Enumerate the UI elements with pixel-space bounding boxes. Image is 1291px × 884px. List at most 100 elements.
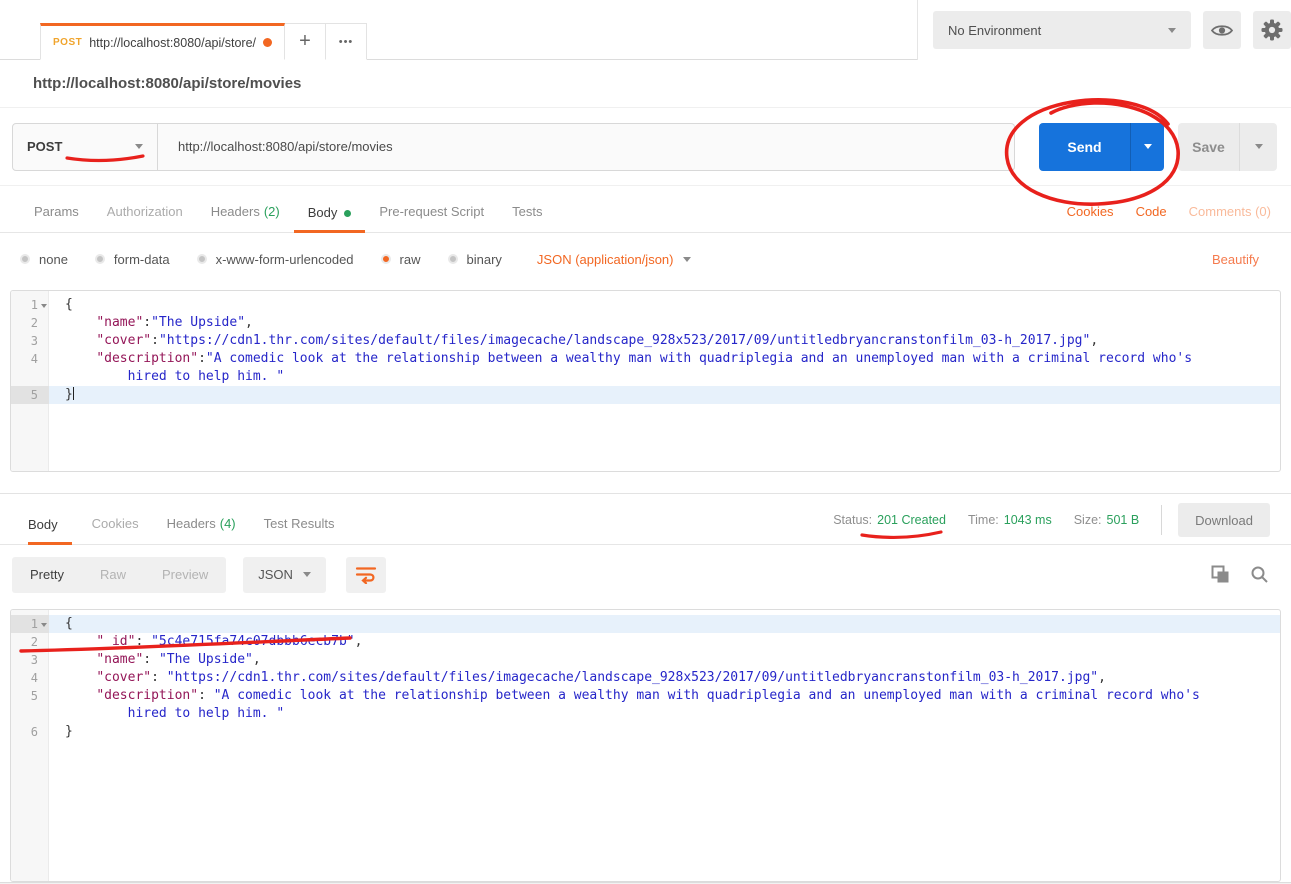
unsaved-dot-icon [263,38,272,47]
method-select[interactable]: POST [12,123,158,171]
response-tab-cookies[interactable]: Cookies [78,516,153,544]
tab-authorization[interactable]: Authorization [93,204,197,232]
response-format-select[interactable]: JSON [243,557,326,593]
more-tabs-button[interactable]: ••• [326,23,367,60]
response-view-toolbar: Pretty Raw Preview JSON [0,545,1291,604]
code-line[interactable]: 6} [11,723,1280,741]
request-body-editor[interactable]: 1{2 "name":"The Upside",3 "cover":"https… [10,290,1281,472]
code-text: "name": "The Upside", [49,651,1280,669]
code-text: } [49,723,1280,741]
code-text: { [49,296,1280,314]
search-icon [1250,565,1269,584]
request-title: http://localhost:8080/api/store/movies [0,60,1291,108]
code-text: hired to help him. " [49,705,1280,723]
tab-url: http://localhost:8080/api/store/ [89,36,256,50]
save-button-group: Save [1178,123,1277,171]
mode-x-www-form-urlencoded[interactable]: x-www-form-urlencoded [197,252,354,267]
response-header: Body Cookies Headers(4) Test Results Sta… [0,493,1291,545]
settings-button[interactable] [1253,11,1291,49]
tab-pre-request-script[interactable]: Pre-request Script [365,204,498,232]
tab-strip: POST http://localhost:8080/api/store/ + … [40,23,367,60]
code-text: hired to help him. " [49,368,1280,386]
url-input[interactable] [158,123,1015,171]
code-text: "_id": "5c4e715fa74c07dbbb6ecb7b", [49,633,1280,651]
response-tab-body[interactable]: Body [28,517,72,545]
content-type-select[interactable]: JSON (application/json) [537,252,692,267]
line-number: 4 [11,669,49,687]
new-tab-button[interactable]: + [285,23,326,60]
send-button[interactable]: Send [1039,123,1130,171]
tab-body[interactable]: Body [294,205,366,233]
view-raw[interactable]: Raw [82,567,144,582]
send-options-button[interactable] [1130,123,1164,171]
mode-form-data[interactable]: form-data [95,252,170,267]
code-line[interactable]: 1{ [11,296,1280,314]
tab-headers[interactable]: Headers(2) [197,204,294,232]
fold-caret-icon[interactable] [41,623,47,630]
chevron-down-icon [135,144,143,149]
response-body-editor[interactable]: 1{2 "_id": "5c4e715fa74c07dbbb6ecb7b",3 … [10,609,1281,882]
code-text: "cover":"https://cdn1.thr.com/sites/defa… [49,332,1280,350]
code-text: "description":"A comedic look at the rel… [49,350,1280,368]
view-pretty[interactable]: Pretty [12,567,82,582]
chevron-down-icon [303,572,311,577]
tab-params[interactable]: Params [20,204,93,232]
line-number [11,705,49,723]
response-tab-test-results[interactable]: Test Results [250,516,349,544]
response-status-cluster: Status: 201 Created Time: 1043 ms Size: … [833,503,1270,537]
tab-method-badge: POST [53,37,82,48]
line-number: 2 [11,314,49,332]
code-line[interactable]: 4 "cover": "https://cdn1.thr.com/sites/d… [11,669,1280,687]
chevron-down-icon [1255,144,1263,149]
section-gap [0,472,1291,493]
environment-quick-look-button[interactable] [1203,11,1241,49]
request-links: Cookies Code Comments (0) [1067,204,1271,232]
view-preview[interactable]: Preview [144,567,226,582]
code-line[interactable]: 2 "name":"The Upside", [11,314,1280,332]
save-options-button[interactable] [1239,123,1277,171]
fold-caret-icon[interactable] [41,304,47,311]
line-number [11,368,49,386]
beautify-link[interactable]: Beautify [1212,252,1271,267]
code-line[interactable]: 3 "cover":"https://cdn1.thr.com/sites/de… [11,332,1280,350]
line-number: 3 [11,651,49,669]
tab-tests[interactable]: Tests [498,204,556,232]
code-text: "description": "A comedic look at the re… [49,687,1280,705]
radio-icon [20,254,30,264]
code-text: "cover": "https://cdn1.thr.com/sites/def… [49,669,1280,687]
wrap-lines-button[interactable] [346,557,386,593]
save-button[interactable]: Save [1178,123,1239,171]
response-toolbar-icons [1211,565,1277,584]
code-line[interactable]: 5} [11,386,1280,404]
code-line[interactable]: 4 "description":"A comedic look at the r… [11,350,1280,368]
comments-link[interactable]: Comments (0) [1189,204,1271,219]
code-line[interactable]: hired to help him. " [11,705,1280,723]
request-tab[interactable]: POST http://localhost:8080/api/store/ [40,23,285,60]
code-text: "name":"The Upside", [49,314,1280,332]
cookies-link[interactable]: Cookies [1067,204,1114,219]
code-line[interactable]: 5 "description": "A comedic look at the … [11,687,1280,705]
line-number: 4 [11,350,49,368]
response-tab-headers[interactable]: Headers(4) [153,516,250,544]
code-line[interactable]: 2 "_id": "5c4e715fa74c07dbbb6ecb7b", [11,633,1280,651]
mode-none[interactable]: none [20,252,68,267]
code-line[interactable]: 1{ [11,615,1280,633]
environment-select[interactable]: No Environment [933,11,1191,49]
body-filled-dot-icon [344,210,351,217]
chevron-down-icon [1168,28,1176,33]
code-line[interactable]: hired to help him. " [11,368,1280,386]
copy-response-button[interactable] [1211,565,1230,584]
code-link[interactable]: Code [1136,204,1167,219]
radio-icon [448,254,458,264]
postman-app: POST http://localhost:8080/api/store/ + … [0,0,1291,884]
send-button-group: Send [1039,123,1164,171]
radio-selected-icon [381,254,391,264]
mode-raw[interactable]: raw [381,252,421,267]
code-line[interactable]: 3 "name": "The Upside", [11,651,1280,669]
mode-binary[interactable]: binary [448,252,502,267]
wrap-text-icon [355,565,377,584]
method-label: POST [27,139,62,154]
download-button[interactable]: Download [1178,503,1270,537]
line-number: 1 [11,615,49,633]
search-response-button[interactable] [1250,565,1269,584]
